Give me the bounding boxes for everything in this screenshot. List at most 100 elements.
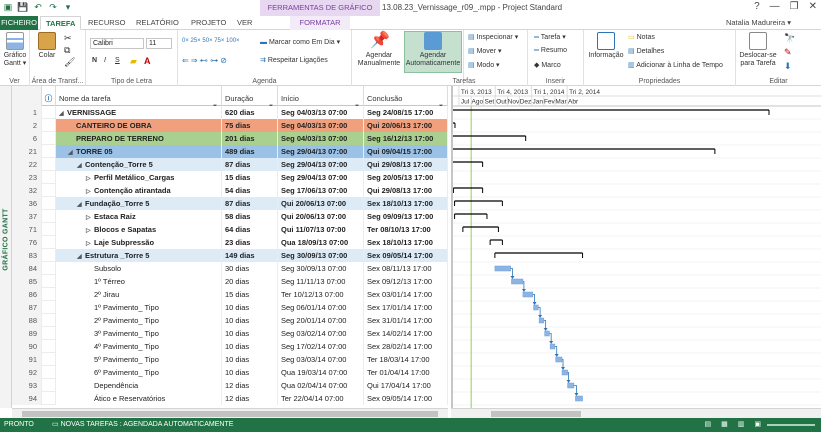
- duration-cell[interactable]: 201 dias: [222, 132, 278, 145]
- row-id[interactable]: 83: [12, 249, 42, 262]
- table-row[interactable]: 22 ◢ Contenção_Torre 5 87 dias Seg 29/04/13 …: [12, 158, 448, 171]
- mode-button[interactable]: ▤ Modo ▾: [468, 61, 500, 69]
- start-cell[interactable]: Qui 11/07/13 07:00: [278, 223, 364, 236]
- table-row[interactable]: 92 6º Pavimento_ Tipo 10 dias Qua 19/03/14 …: [12, 366, 448, 379]
- redo-icon[interactable]: ↷: [47, 1, 59, 13]
- duration-cell[interactable]: 58 dias: [222, 210, 278, 223]
- table-row[interactable]: 86 2º Jirau 15 dias Ter 10/12/13 07:00 Sex 0…: [12, 288, 448, 301]
- row-id[interactable]: 93: [12, 379, 42, 392]
- task-name-cell[interactable]: 6º Pavimento_ Tipo: [56, 366, 222, 379]
- start-cell[interactable]: Seg 17/06/13 07:00: [278, 184, 364, 197]
- tab-projeto[interactable]: PROJETO: [186, 16, 231, 30]
- task-name-cell[interactable]: Ático e Reservatórios: [56, 392, 222, 405]
- highlight-color-icon[interactable]: ▰: [130, 56, 137, 67]
- font-size-select[interactable]: 11: [146, 38, 172, 49]
- font-family-select[interactable]: Calibri: [90, 38, 144, 49]
- table-row[interactable]: 76 ▷ Laje Subpressão 23 dias Qua 18/09/13 07…: [12, 236, 448, 249]
- end-cell[interactable]: Ter 01/04/14 17:00: [364, 366, 448, 379]
- table-row[interactable]: 21 ◢ TORRE 05 489 dias Seg 29/04/13 07:00 Qui…: [12, 145, 448, 158]
- end-cell[interactable]: Sex 31/01/14 17:00: [364, 314, 448, 327]
- fill-icon[interactable]: ⬇: [784, 61, 792, 72]
- duration-cell[interactable]: 30 dias: [222, 262, 278, 275]
- task-name-cell[interactable]: ▷ Contenção atirantada: [56, 184, 222, 197]
- row-id[interactable]: 84: [12, 262, 42, 275]
- table-row[interactable]: 23 ▷ Perfil Metálico_Cargas 15 dias Seg 29/0…: [12, 171, 448, 184]
- task-name-cell[interactable]: PREPARO DE TERRENO: [56, 132, 222, 145]
- table-row[interactable]: 89 3º Pavimento_ Tipo 10 dias Seg 03/02/14 …: [12, 327, 448, 340]
- start-cell[interactable]: Seg 29/04/13 07:00: [278, 145, 364, 158]
- tab-tarefa[interactable]: TAREFA: [40, 16, 82, 30]
- task-name-cell[interactable]: ▷ Perfil Metálico_Cargas: [56, 171, 222, 184]
- start-cell[interactable]: Ter 10/12/13 07:00: [278, 288, 364, 301]
- duration-cell[interactable]: 10 dias: [222, 301, 278, 314]
- end-cell[interactable]: Qui 20/06/13 17:00: [364, 119, 448, 132]
- end-cell[interactable]: Sex 14/02/14 17:00: [364, 327, 448, 340]
- help-button[interactable]: ?: [754, 1, 760, 12]
- duration-cell[interactable]: 12 dias: [222, 379, 278, 392]
- tab-formatar[interactable]: FORMATAR: [290, 16, 350, 30]
- start-cell[interactable]: Seg 06/01/14 07:00: [278, 301, 364, 314]
- duration-cell[interactable]: 87 dias: [222, 197, 278, 210]
- row-id[interactable]: 90: [12, 340, 42, 353]
- cut-icon[interactable]: ✂: [64, 33, 72, 44]
- collapse-triangle-icon[interactable]: ◢: [77, 160, 85, 171]
- duration-cell[interactable]: 620 dias: [222, 106, 278, 119]
- row-id[interactable]: 36: [12, 197, 42, 210]
- task-name-cell[interactable]: Dependência: [56, 379, 222, 392]
- task-name-cell[interactable]: 2º Pavimento_ Tipo: [56, 314, 222, 327]
- end-cell[interactable]: Sex 09/05/14 17:00: [364, 392, 448, 405]
- table-row[interactable]: 85 1º Térreo 20 dias Seg 11/11/13 07:00 Sex …: [12, 275, 448, 288]
- tab-ver[interactable]: VER: [232, 16, 257, 30]
- task-name-cell[interactable]: Subsolo: [56, 262, 222, 275]
- italic-button[interactable]: I: [104, 57, 106, 64]
- collapse-triangle-icon[interactable]: ◢: [77, 251, 85, 262]
- start-cell[interactable]: Seg 20/01/14 07:00: [278, 314, 364, 327]
- start-cell[interactable]: Qua 19/03/14 07:00: [278, 366, 364, 379]
- start-cell[interactable]: Seg 04/03/13 07:00: [278, 132, 364, 145]
- start-cell[interactable]: Seg 29/04/13 07:00: [278, 171, 364, 184]
- row-id[interactable]: 85: [12, 275, 42, 288]
- expand-triangle-icon[interactable]: ▷: [86, 225, 94, 236]
- end-cell[interactable]: Ter 08/10/13 17:00: [364, 223, 448, 236]
- tab-recurso[interactable]: RECURSO: [83, 16, 131, 30]
- copy-icon[interactable]: ⧉: [64, 45, 70, 56]
- end-cell[interactable]: Qui 29/08/13 17:00: [364, 184, 448, 197]
- row-id[interactable]: 21: [12, 145, 42, 158]
- start-cell[interactable]: Seg 04/03/13 07:00: [278, 106, 364, 119]
- duration-cell[interactable]: 149 dias: [222, 249, 278, 262]
- row-id[interactable]: 92: [12, 366, 42, 379]
- end-cell[interactable]: Sex 18/10/13 17:00: [364, 236, 448, 249]
- team-planner-icon[interactable]: ▥: [738, 418, 745, 432]
- save-icon[interactable]: 💾: [17, 1, 29, 13]
- zoom-slider[interactable]: [767, 424, 815, 426]
- duration-cell[interactable]: 15 dias: [222, 288, 278, 301]
- expand-triangle-icon[interactable]: ▷: [86, 212, 94, 223]
- notes-button[interactable]: ▭ Notas: [628, 33, 655, 41]
- task-name-cell[interactable]: 1º Pavimento_ Tipo: [56, 301, 222, 314]
- start-cell[interactable]: Qua 02/04/14 07:00: [278, 379, 364, 392]
- column-header-end[interactable]: Conclusão▼: [364, 86, 448, 110]
- format-painter-icon[interactable]: 🖌: [64, 57, 75, 68]
- user-account[interactable]: Natalia Madureira ▾: [726, 16, 791, 30]
- start-cell[interactable]: Seg 03/02/14 07:00: [278, 327, 364, 340]
- task-name-cell[interactable]: 1º Térreo: [56, 275, 222, 288]
- add-to-timeline-button[interactable]: ▥ Adicionar à Linha de Tempo: [628, 61, 723, 69]
- scroll-to-task-button[interactable]: Deslocar-se para Tarefa: [738, 32, 778, 68]
- end-cell[interactable]: Qui 17/04/14 17:00: [364, 379, 448, 392]
- task-name-cell[interactable]: 5º Pavimento_ Tipo: [56, 353, 222, 366]
- expand-triangle-icon[interactable]: ▷: [86, 173, 94, 184]
- row-id[interactable]: 76: [12, 236, 42, 249]
- manual-schedule-button[interactable]: 📌 Agendar Manualmente: [354, 32, 404, 68]
- table-row[interactable]: 37 ▷ Estaca Raiz 58 dias Qui 20/06/13 07:00 S…: [12, 210, 448, 223]
- duration-cell[interactable]: 64 dias: [222, 223, 278, 236]
- start-cell[interactable]: Seg 30/09/13 07:00: [278, 262, 364, 275]
- duration-cell[interactable]: 10 dias: [222, 314, 278, 327]
- details-button[interactable]: ▤ Detalhes: [628, 47, 664, 55]
- tab-file[interactable]: FICHEIRO: [0, 16, 38, 30]
- column-header-start[interactable]: Início▼: [278, 86, 364, 110]
- insert-summary-button[interactable]: ═ Resumo: [534, 47, 567, 54]
- end-cell[interactable]: Sex 17/01/14 17:00: [364, 301, 448, 314]
- end-cell[interactable]: Qui 29/08/13 17:00: [364, 158, 448, 171]
- gantt-chart-button[interactable]: Gráfico Gantt ▾: [1, 32, 29, 68]
- table-row[interactable]: 84 Subsolo 30 dias Seg 30/09/13 07:00 Sex 08…: [12, 262, 448, 275]
